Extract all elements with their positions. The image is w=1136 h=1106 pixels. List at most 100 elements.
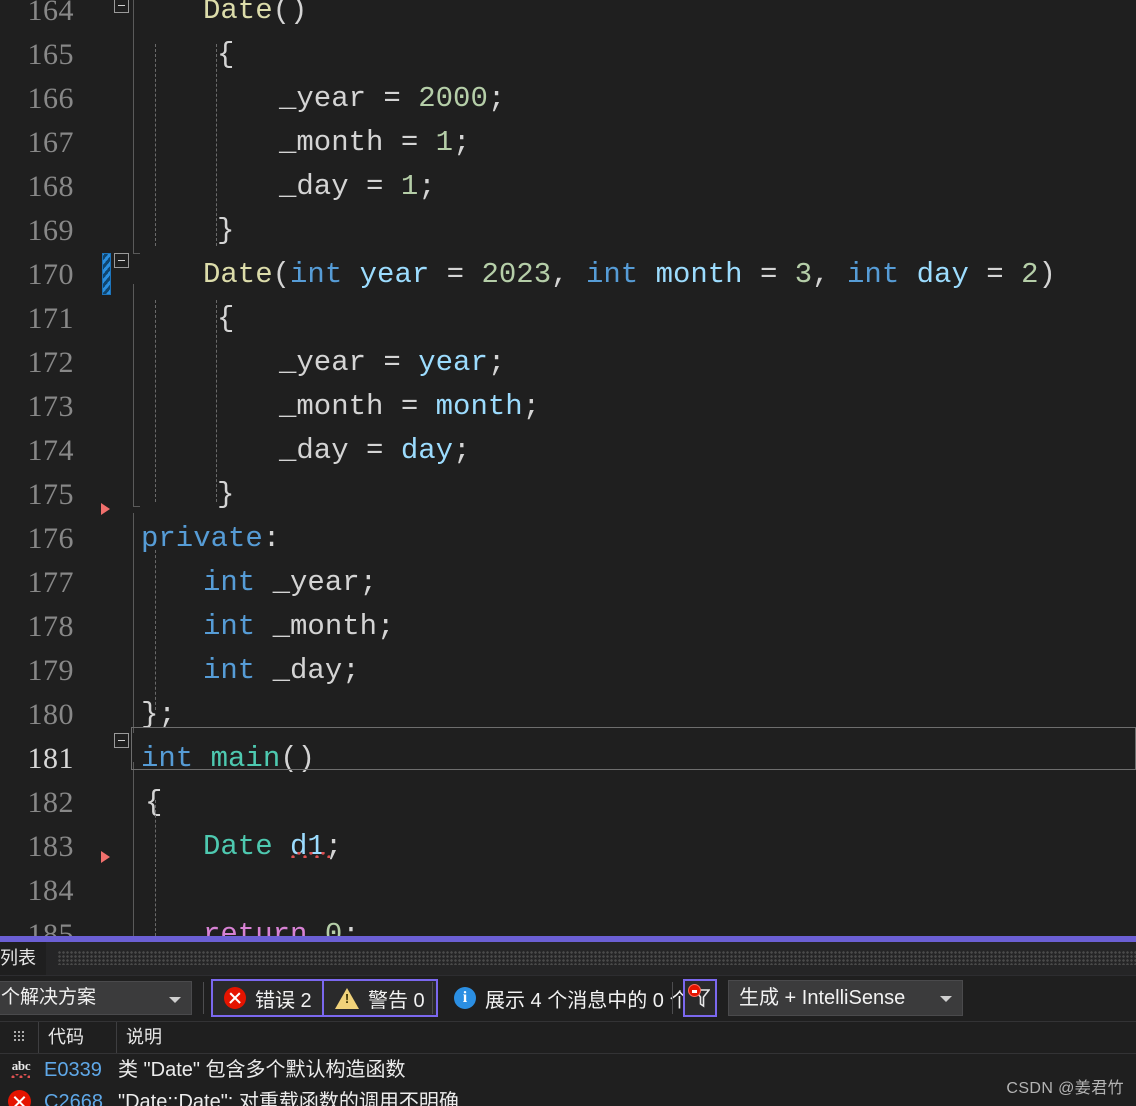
code-token: ; bbox=[342, 654, 360, 687]
code-token: ; bbox=[487, 346, 506, 379]
code-line[interactable]: 175} bbox=[0, 473, 1136, 517]
error-code-link[interactable]: E0339 bbox=[44, 1054, 102, 1086]
code-line[interactable]: 179 int _day; bbox=[0, 649, 1136, 693]
code-line[interactable]: 180}; bbox=[0, 693, 1136, 737]
code-token: day bbox=[916, 258, 969, 291]
error-description: 类 "Date" 包含多个默认构造函数 bbox=[118, 1059, 406, 1081]
error-circle-icon bbox=[8, 1090, 31, 1106]
line-number: 167 bbox=[27, 126, 74, 159]
code-line-text: int _year; bbox=[141, 561, 377, 605]
code-line[interactable]: 182 { bbox=[0, 781, 1136, 825]
line-number: 179 bbox=[27, 654, 74, 687]
code-line[interactable]: 174 _day = day; bbox=[0, 429, 1136, 473]
intellisense-squiggle-icon: abc bbox=[8, 1058, 34, 1082]
messages-filter-label: 展示 4 个消息中的 0 个 bbox=[485, 989, 690, 1012]
code-token: _day bbox=[279, 434, 349, 467]
messages-filter-button[interactable]: 展示 4 个消息中的 0 个 bbox=[441, 979, 702, 1017]
unsaved-change-marker bbox=[102, 253, 111, 295]
code-token: ; bbox=[418, 170, 436, 203]
code-token: 1 bbox=[400, 170, 419, 203]
code-token: int bbox=[141, 742, 194, 775]
code-token: 0 bbox=[324, 918, 343, 936]
line-number: 169 bbox=[27, 214, 74, 247]
code-line-text: _day = 1; bbox=[141, 165, 436, 209]
code-token: year bbox=[418, 346, 488, 379]
collapse-toggle-icon[interactable] bbox=[114, 733, 129, 748]
code-line[interactable]: 168 _day = 1; bbox=[0, 165, 1136, 209]
tabstrip-drag-dots bbox=[58, 951, 1136, 965]
tab-error-list[interactable]: 列表 bbox=[0, 942, 46, 975]
code-token: = bbox=[348, 434, 401, 467]
code-line[interactable]: 183 Date d1; bbox=[0, 825, 1136, 869]
code-line[interactable]: 172 _year = year; bbox=[0, 341, 1136, 385]
error-list-rows: abc E0339 类 "Date" 包含多个默认构造函数C2668 "Date::D… bbox=[0, 1054, 1136, 1106]
code-token: _month bbox=[279, 126, 384, 159]
code-line[interactable]: 164 Date() bbox=[0, 0, 1136, 33]
code-line[interactable]: 171 { bbox=[0, 297, 1136, 341]
line-number: 168 bbox=[27, 170, 74, 203]
filter-button[interactable] bbox=[683, 979, 717, 1017]
code-token: day bbox=[400, 434, 454, 467]
code-line[interactable]: 165 { bbox=[0, 33, 1136, 77]
abc-squiggle-icon: abc bbox=[8, 1058, 34, 1080]
code-line[interactable]: 178 int _month; bbox=[0, 605, 1136, 649]
code-token: int bbox=[203, 654, 256, 687]
code-token: 2 bbox=[1021, 258, 1039, 291]
code-token: ; bbox=[453, 126, 471, 159]
collapse-toggle-icon[interactable] bbox=[114, 0, 129, 13]
warnings-filter-label: 警告 0 bbox=[368, 989, 425, 1012]
column-header-code[interactable]: 代码 bbox=[38, 1022, 116, 1053]
warnings-filter-button[interactable]: 警告 0 bbox=[322, 979, 438, 1017]
code-token: = bbox=[348, 170, 401, 203]
code-line-text: _month = month; bbox=[141, 385, 540, 429]
code-token: { bbox=[145, 786, 163, 819]
line-number: 184 bbox=[27, 874, 74, 907]
code-token: ; bbox=[359, 566, 378, 599]
code-line[interactable]: 176 private: bbox=[0, 517, 1136, 561]
line-number: 166 bbox=[27, 82, 74, 115]
line-number: 174 bbox=[27, 434, 74, 467]
code-line[interactable]: 185 return 0; bbox=[0, 913, 1136, 936]
code-line[interactable]: 167 _month = 1; bbox=[0, 121, 1136, 165]
code-token: () bbox=[272, 0, 308, 27]
code-token: ; bbox=[342, 918, 360, 936]
code-token: _year bbox=[279, 82, 367, 115]
code-editor[interactable]: 164 Date() 165{166 _year = 2000; 167 _month =… bbox=[0, 0, 1136, 936]
code-token: } bbox=[217, 214, 235, 247]
build-source-dropdown[interactable]: 生成 + IntelliSense bbox=[728, 980, 963, 1016]
column-header-description[interactable]: 说明 bbox=[116, 1022, 1136, 1053]
scope-filter-dropdown[interactable]: 个解决方案 bbox=[0, 981, 192, 1015]
collapse-toggle-icon[interactable] bbox=[114, 253, 129, 268]
code-line-text: Date() bbox=[141, 0, 307, 33]
code-token: : bbox=[262, 522, 281, 555]
code-token: int bbox=[203, 566, 256, 599]
code-token: year bbox=[359, 258, 430, 291]
error-code-link[interactable]: C2668 bbox=[44, 1086, 103, 1106]
code-line[interactable]: 166 _year = 2000; bbox=[0, 77, 1136, 121]
code-line[interactable]: 169} bbox=[0, 209, 1136, 253]
table-row[interactable]: abc E0339 类 "Date" 包含多个默认构造函数 bbox=[0, 1054, 1136, 1086]
indent-guide bbox=[155, 550, 156, 710]
errors-filter-button[interactable]: 错误 2 bbox=[211, 979, 325, 1017]
table-row[interactable]: C2668 "Date::Date": 对重载函数的调用不明确 bbox=[0, 1086, 1136, 1106]
info-icon bbox=[454, 986, 476, 1009]
code-line[interactable]: 177 int _year; bbox=[0, 561, 1136, 605]
code-line[interactable]: 181 int main() bbox=[0, 737, 1136, 781]
code-line[interactable]: 173 _month = month; bbox=[0, 385, 1136, 429]
code-token: 1 bbox=[435, 126, 454, 159]
line-number: 180 bbox=[27, 698, 74, 731]
code-token: 3 bbox=[794, 258, 813, 291]
code-line[interactable]: 170 Date(int year = 2023, int month = 3, … bbox=[0, 253, 1136, 297]
outline-spine bbox=[133, 762, 134, 936]
outline-spine bbox=[133, 0, 134, 253]
code-line-text: private: bbox=[141, 517, 280, 561]
outline-spine bbox=[133, 513, 134, 733]
code-token: return bbox=[203, 918, 308, 936]
code-line[interactable]: 184 bbox=[0, 869, 1136, 913]
code-token: ) bbox=[1038, 258, 1056, 291]
